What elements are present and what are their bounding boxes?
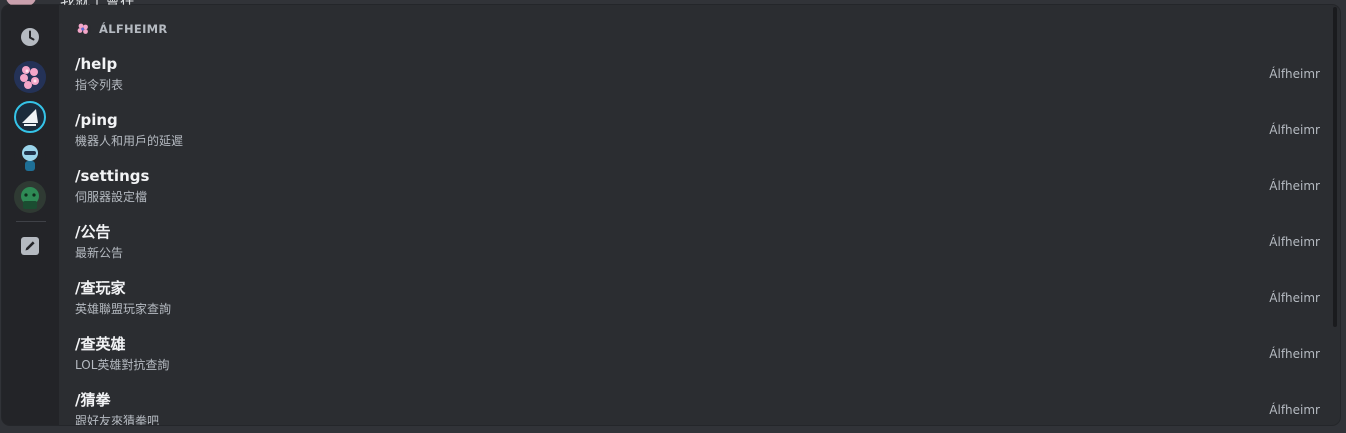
section-title: ÁLFHEIMR xyxy=(99,22,168,36)
command-name: /ping xyxy=(75,111,118,129)
section-header: ÁLFHEIMR xyxy=(75,21,168,37)
command-source: Álfheimr xyxy=(1269,403,1320,417)
command-name: /查英雄 xyxy=(75,335,126,353)
command-source: Álfheimr xyxy=(1269,179,1320,193)
sakura-server-icon xyxy=(75,21,91,37)
command-description: 英雄聯盟玩家查詢 xyxy=(75,302,172,316)
command-list: ÁLFHEIMR /help 指令列表 Álfheimr /ping 機器人和用… xyxy=(59,5,1340,425)
command-source: Álfheimr xyxy=(1269,347,1320,361)
command-description: 跟好友來猜拳吧 xyxy=(75,414,160,425)
command-name: /公告 xyxy=(75,223,111,241)
green-bot-icon[interactable] xyxy=(14,181,46,213)
command-source: Álfheimr xyxy=(1269,235,1320,249)
command-description: 指令列表 xyxy=(75,78,124,92)
command-item[interactable]: /settings 伺服器設定檔 Álfheimr xyxy=(59,167,1330,223)
command-name: /help xyxy=(75,55,118,73)
command-source: Álfheimr xyxy=(1269,67,1320,81)
command-description: 伺服器設定檔 xyxy=(75,190,148,204)
slash-command-popout: ÁLFHEIMR /help 指令列表 Álfheimr /ping 機器人和用… xyxy=(2,5,1340,425)
command-item[interactable]: /猜拳 跟好友來猜拳吧 Álfheimr xyxy=(59,391,1330,425)
command-name: /settings xyxy=(75,167,150,185)
command-description: LOL英雄對抗查詢 xyxy=(75,358,170,372)
command-item[interactable]: /查英雄 LOL英雄對抗查詢 Álfheimr xyxy=(59,335,1330,391)
sakura-server-icon[interactable] xyxy=(14,61,46,93)
clock-icon[interactable] xyxy=(20,27,40,47)
command-item[interactable]: /公告 最新公告 Álfheimr xyxy=(59,223,1330,279)
command-item[interactable]: /查玩家 英雄聯盟玩家查詢 Álfheimr xyxy=(59,279,1330,335)
command-source: Álfheimr xyxy=(1269,123,1320,137)
command-item[interactable]: /help 指令列表 Álfheimr xyxy=(59,55,1330,111)
sail-bot-icon[interactable] xyxy=(14,101,46,133)
pencil-icon[interactable] xyxy=(20,236,40,256)
rail-separator xyxy=(16,221,46,222)
command-description: 機器人和用戶的延遲 xyxy=(75,134,184,148)
command-description: 最新公告 xyxy=(75,246,124,260)
command-item[interactable]: /ping 機器人和用戶的延遲 Álfheimr xyxy=(59,111,1330,167)
command-source-rail xyxy=(2,5,59,425)
scrollbar[interactable] xyxy=(1333,7,1337,327)
robot-avatar-icon[interactable] xyxy=(14,141,46,173)
command-name: /猜拳 xyxy=(75,391,111,409)
command-source: Álfheimr xyxy=(1269,291,1320,305)
command-name: /查玩家 xyxy=(75,279,126,297)
